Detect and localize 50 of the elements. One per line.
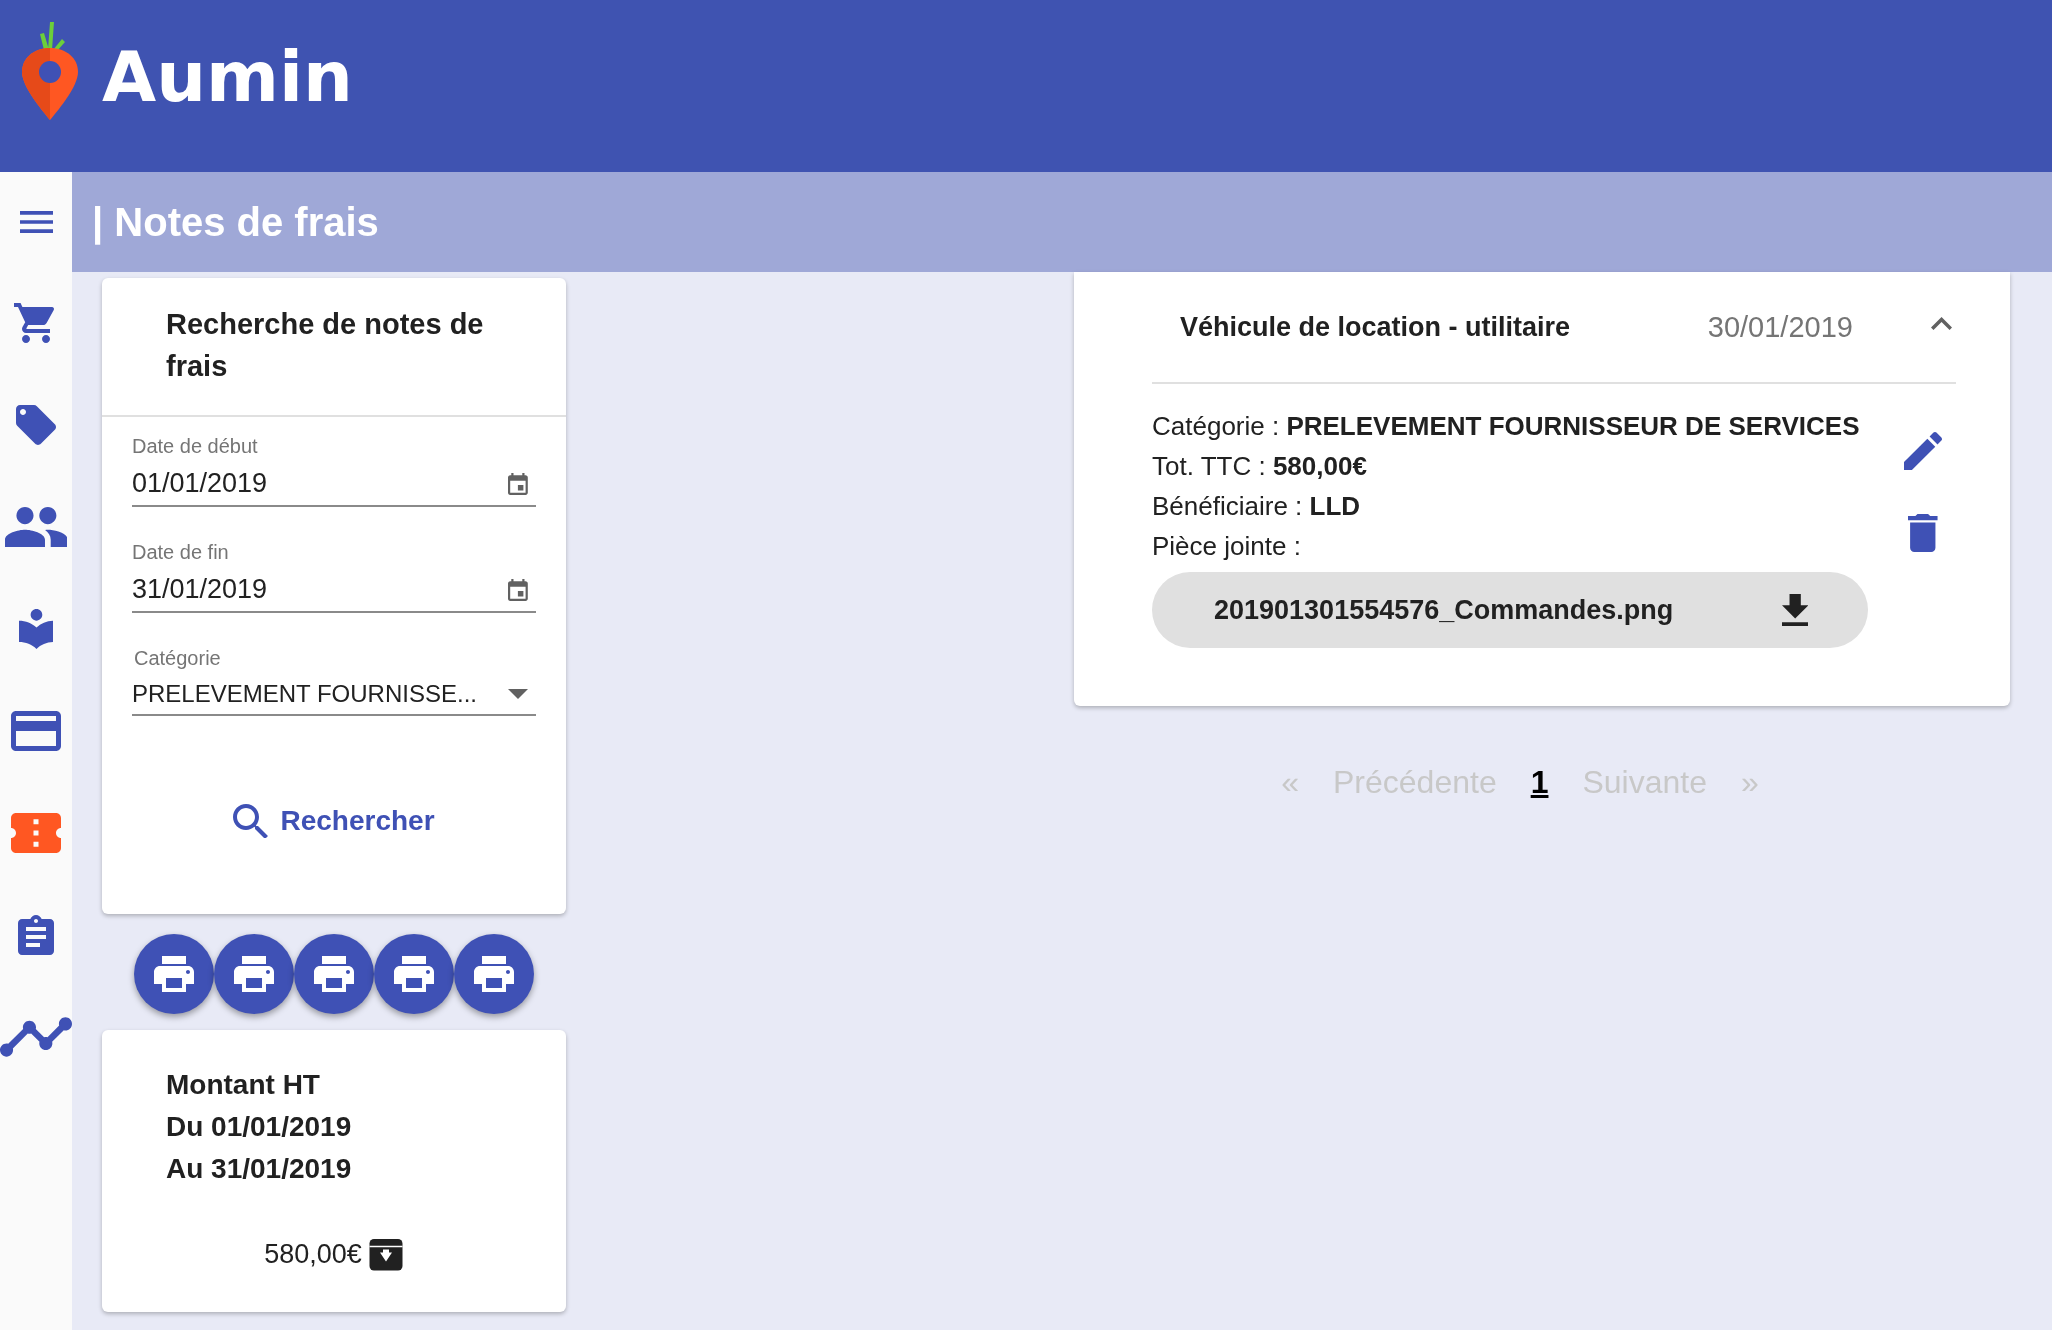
tag-icon[interactable]	[16, 405, 56, 445]
printer-icon	[154, 956, 194, 992]
printer-icon	[394, 956, 434, 992]
printer-icon	[234, 956, 274, 992]
clipboard-icon[interactable]	[18, 915, 54, 955]
print-button[interactable]	[454, 934, 534, 1014]
search-icon	[233, 804, 269, 838]
dropdown-caret-icon	[508, 689, 528, 699]
download-icon[interactable]	[1781, 594, 1808, 626]
menu-icon[interactable]	[19, 211, 53, 233]
detail-line: Tot. TTC : 580,00€	[1152, 450, 1368, 483]
edit-icon[interactable]	[1904, 432, 1942, 470]
delete-icon[interactable]	[1908, 514, 1938, 552]
line-chart-icon[interactable]	[0, 1017, 72, 1057]
field-label: Date de début	[132, 435, 259, 458]
expense-title: Véhicule de location - utilitaire	[1180, 311, 1572, 343]
calendar-icon[interactable]	[508, 578, 528, 601]
date-field[interactable]: Date de début 01/01/2019	[132, 435, 536, 507]
people-icon[interactable]	[4, 507, 68, 547]
reader-icon[interactable]	[18, 609, 54, 649]
print-button[interactable]	[134, 934, 214, 1014]
print-button[interactable]	[214, 934, 294, 1014]
attachment-chip[interactable]: 201901301554576_Commandes.png	[1152, 572, 1868, 648]
total-label: Du 01/01/2019	[166, 1110, 353, 1144]
print-button[interactable]	[374, 934, 454, 1014]
field-label: Date de fin	[132, 541, 230, 564]
expense-date: 30/01/2019	[1707, 310, 1853, 344]
total-label: Montant HT	[166, 1068, 321, 1102]
detail-line: Pièce jointe :	[1152, 530, 1302, 563]
printer-icon	[314, 956, 354, 992]
print-button[interactable]	[294, 934, 374, 1014]
pagination-link[interactable]: 1	[1530, 764, 1549, 801]
total-label: Au 31/01/2019	[166, 1152, 353, 1186]
detail-line: Catégorie : PRELEVEMENT FOURNISSEUR DE SERVICES	[1152, 410, 1861, 443]
carrot-pin-icon	[20, 20, 80, 120]
card-title: Recherche de notes de frais	[102, 278, 566, 417]
app-logo-text: Aumin	[102, 36, 353, 118]
page-title: | Notes de frais	[92, 199, 379, 245]
total-amount: 580,00€	[264, 1238, 362, 1270]
collapse-chevron-icon[interactable]	[1930, 316, 1952, 330]
ticket-icon[interactable]	[11, 813, 61, 853]
archive-download-icon[interactable]	[367, 1236, 404, 1272]
date-field[interactable]: Date de fin 31/01/2019	[132, 541, 536, 613]
search-button[interactable]: Rechercher	[225, 800, 443, 842]
detail-line: Bénéficiaire : LLD	[1152, 490, 1362, 523]
credit-card-icon[interactable]	[11, 711, 61, 751]
printer-icon	[474, 956, 514, 992]
field-label: Catégorie	[134, 647, 222, 670]
category-select[interactable]: Catégorie PRELEVEMENT FOURNISSE...	[132, 647, 536, 716]
calendar-icon[interactable]	[508, 472, 528, 495]
